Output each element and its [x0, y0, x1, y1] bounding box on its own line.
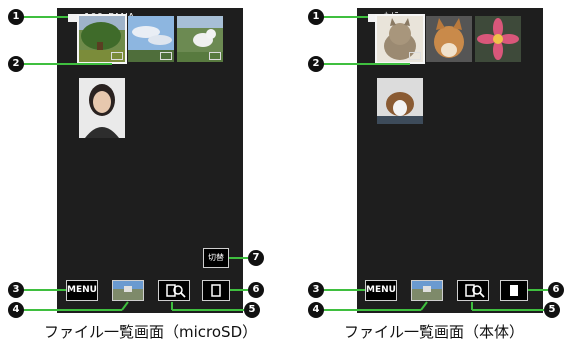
marker-2: 2: [8, 56, 24, 72]
marker-7: 7: [248, 250, 264, 266]
marker-4: 4: [8, 302, 24, 318]
right-caption: ファイル一覧画面（本体）: [344, 323, 525, 341]
left-caption: ファイル一覧画面（microSD）: [44, 323, 258, 341]
marker-3: 3: [8, 282, 24, 298]
marker-6: 6: [248, 282, 264, 298]
marker-1: 1: [308, 9, 324, 25]
marker-4: 4: [308, 302, 324, 318]
marker-6: 6: [548, 282, 564, 298]
marker-2: 2: [308, 56, 324, 72]
leader-lines: [16, 16, 548, 311]
marker-5: 5: [244, 302, 260, 318]
marker-5: 5: [544, 302, 560, 318]
marker-3: 3: [308, 282, 324, 298]
marker-1: 1: [8, 9, 24, 25]
